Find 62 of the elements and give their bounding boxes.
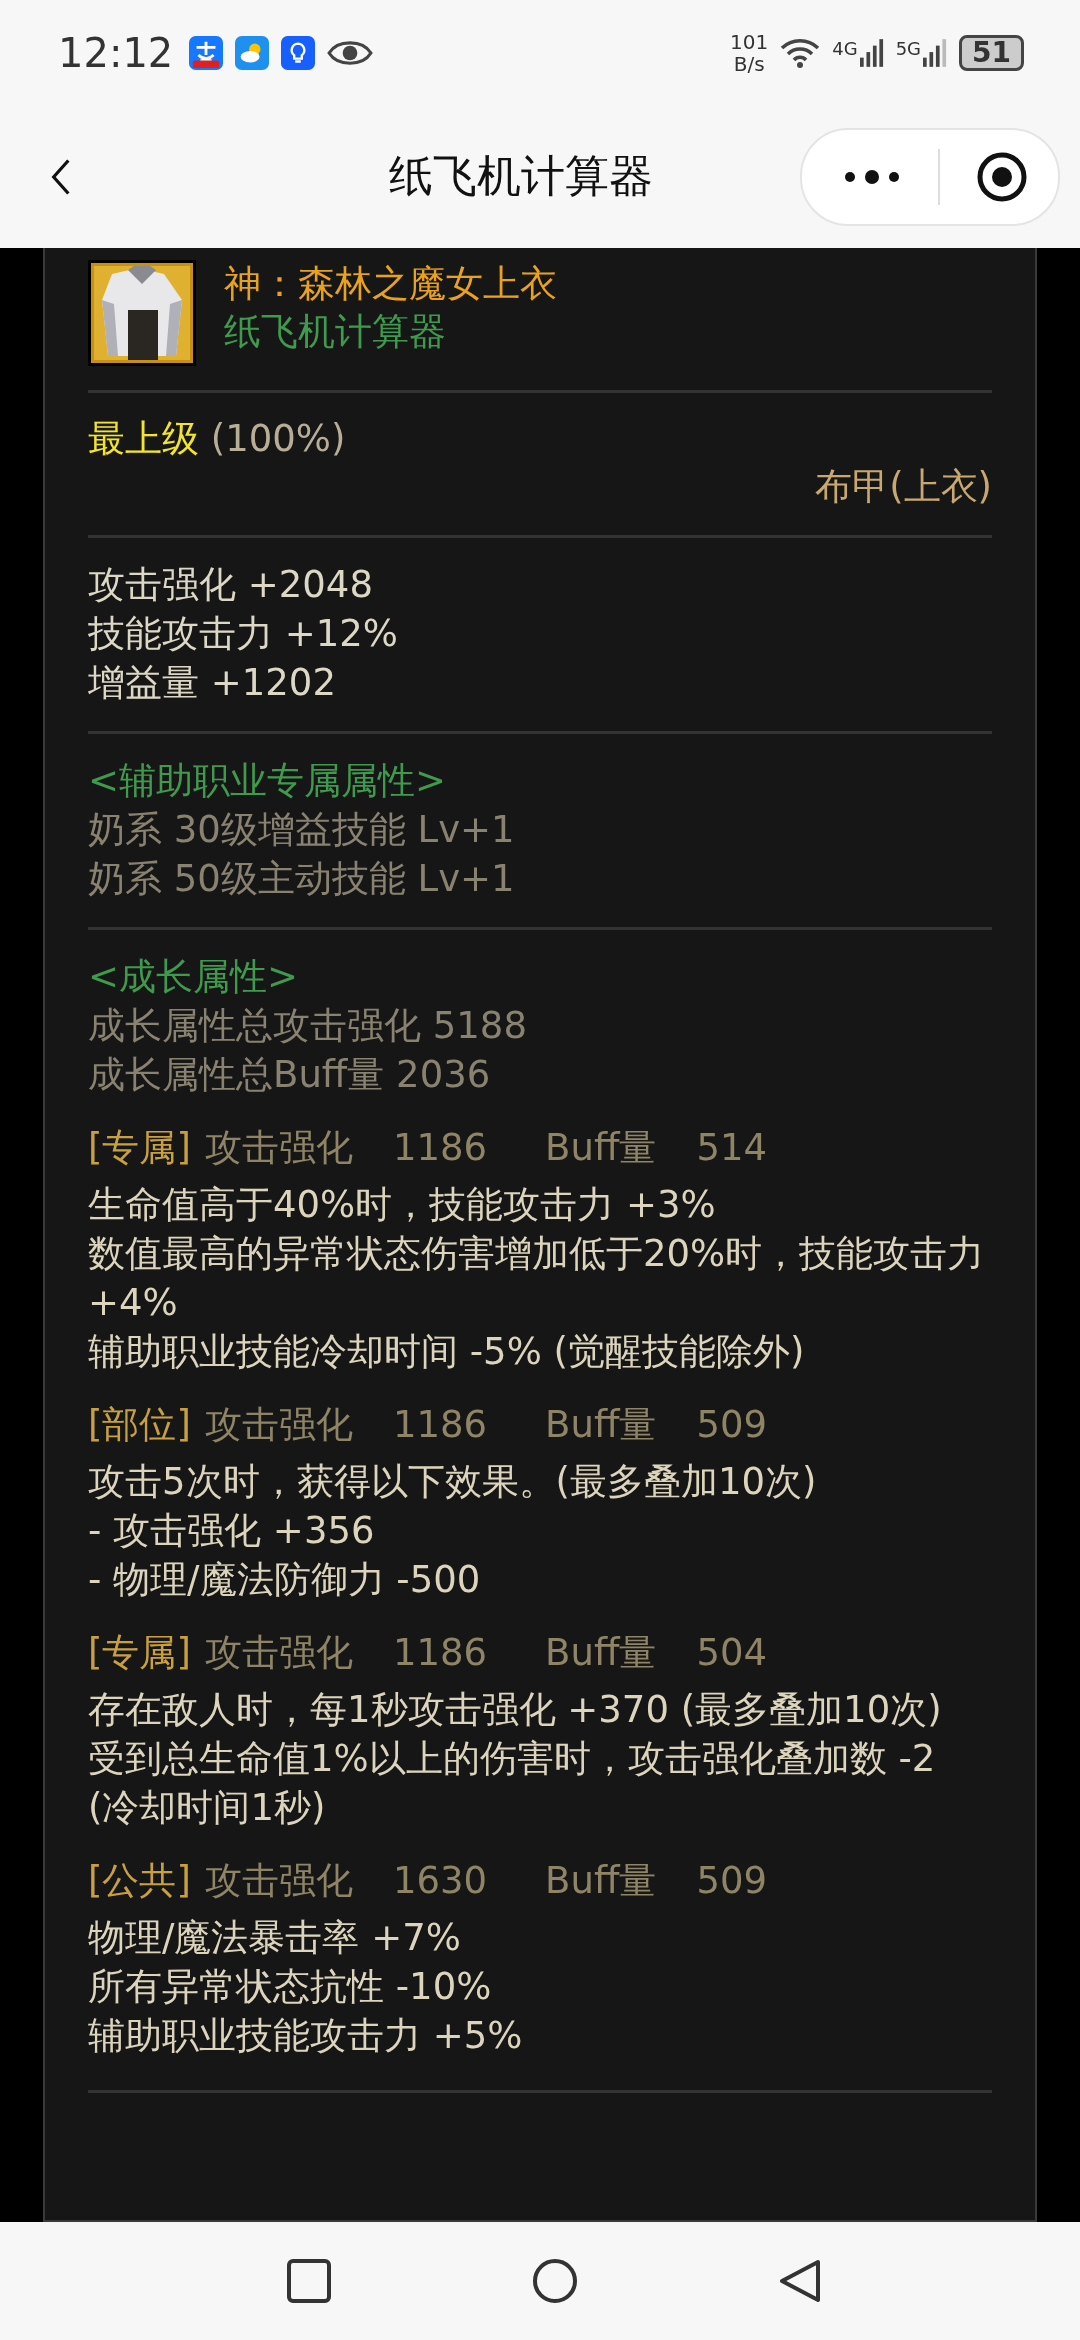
option-stat-value: 1186 <box>392 1125 488 1171</box>
section-header: <成长属性> <box>88 954 299 1000</box>
option-effect-line: 数值最高的异常状态伤害增加低于20%时，技能攻击力 +4% <box>88 1231 986 1326</box>
option-stat-label: 攻击强化 <box>204 1858 353 1904</box>
option-stat-value: 514 <box>696 1125 767 1171</box>
signal-icon <box>923 37 948 68</box>
option-effect-line: - 物理/魔法防御力 -500 <box>88 1557 482 1603</box>
option-tag: [专属] <box>88 1123 191 1172</box>
option-tag: [专属] <box>88 1628 191 1677</box>
stat-line: 攻击强化 +2048 <box>88 562 374 608</box>
option-stat-label: Buff量 <box>545 1402 657 1448</box>
option-stat-value: 1186 <box>392 1630 488 1676</box>
network-speed: 101 <box>730 30 769 53</box>
option-effect-line: 生命值高于40%时，技能攻击力 +3% <box>88 1182 717 1228</box>
option-effect-line: 存在敌人时，每1秒攻击强化 +370 (最多叠加10次) <box>88 1687 943 1733</box>
grade-percent: (100%) <box>210 417 346 460</box>
network-speed-unit: B/s <box>733 52 765 75</box>
item-type: 布甲(上衣) <box>814 464 992 510</box>
section-header: <辅助职业专属属性> <box>88 758 447 804</box>
item-source: 纸飞机计算器 <box>224 309 447 355</box>
signal-icon <box>859 37 884 68</box>
lightbulb-icon <box>281 35 316 70</box>
option-effect-line: 辅助职业技能冷却时间 -5% (觉醒技能除外) <box>88 1329 806 1375</box>
battery-indicator: 51 <box>959 34 1024 71</box>
more-icon[interactable] <box>842 168 902 185</box>
option-stat-value: 509 <box>696 1402 767 1448</box>
page-title: 纸飞机计算器 <box>388 149 654 203</box>
option-effect-line: 受到总生命值1%以上的伤害时，攻击强化叠加数 -2 (冷却时间1秒) <box>88 1736 937 1831</box>
growth-total-line: 成长属性总攻击强化 5188 <box>88 1003 528 1049</box>
option-effect-line: 攻击5次时，获得以下效果。(最多叠加10次) <box>88 1459 818 1505</box>
payment-app-icon <box>189 35 224 70</box>
close-icon[interactable] <box>976 150 1028 203</box>
network-type: 4G <box>832 37 858 59</box>
weather-icon <box>235 35 270 70</box>
option-tag: [公共] <box>88 1856 191 1905</box>
option-tag: [部位] <box>88 1400 191 1449</box>
option-stat-label: Buff量 <box>545 1125 657 1171</box>
option-stat-value: 1186 <box>392 1402 488 1448</box>
option-stat-value: 504 <box>696 1630 767 1676</box>
item-grade: 最上级 <box>88 417 199 460</box>
option-effect-line: 所有异常状态抗性 -10% <box>88 1964 493 2010</box>
stat-line: 技能攻击力 +12% <box>88 611 399 657</box>
status-time: 12:12 <box>58 29 174 76</box>
option-effect-line: 辅助职业技能攻击力 +5% <box>88 2013 524 2059</box>
home-icon[interactable] <box>532 2258 578 2304</box>
wifi-icon <box>780 36 821 69</box>
network-type: 5G <box>895 37 922 59</box>
item-name: 神：森林之魔女上衣 <box>224 261 557 307</box>
option-stat-label: Buff量 <box>545 1630 657 1676</box>
option-effect-line: 物理/魔法暴击率 +7% <box>88 1915 462 1961</box>
option-stat-label: 攻击强化 <box>204 1402 353 1448</box>
option-stat-label: 攻击强化 <box>204 1125 353 1171</box>
option-effect-line: - 攻击强化 +356 <box>88 1508 376 1554</box>
skill-bonus-line: 奶系 50级主动技能 Lv+1 <box>88 856 516 902</box>
option-stat-value: 509 <box>696 1858 767 1904</box>
skill-bonus-line: 奶系 30级增益技能 Lv+1 <box>88 807 516 853</box>
stat-line: 增益量 +1202 <box>88 660 337 706</box>
option-stat-label: Buff量 <box>545 1858 657 1904</box>
recent-apps-icon[interactable] <box>286 2258 332 2304</box>
option-stat-label: 攻击强化 <box>204 1630 353 1676</box>
growth-total-line: 成长属性总Buff量 2036 <box>88 1052 492 1098</box>
option-stat-value: 1630 <box>392 1858 488 1904</box>
